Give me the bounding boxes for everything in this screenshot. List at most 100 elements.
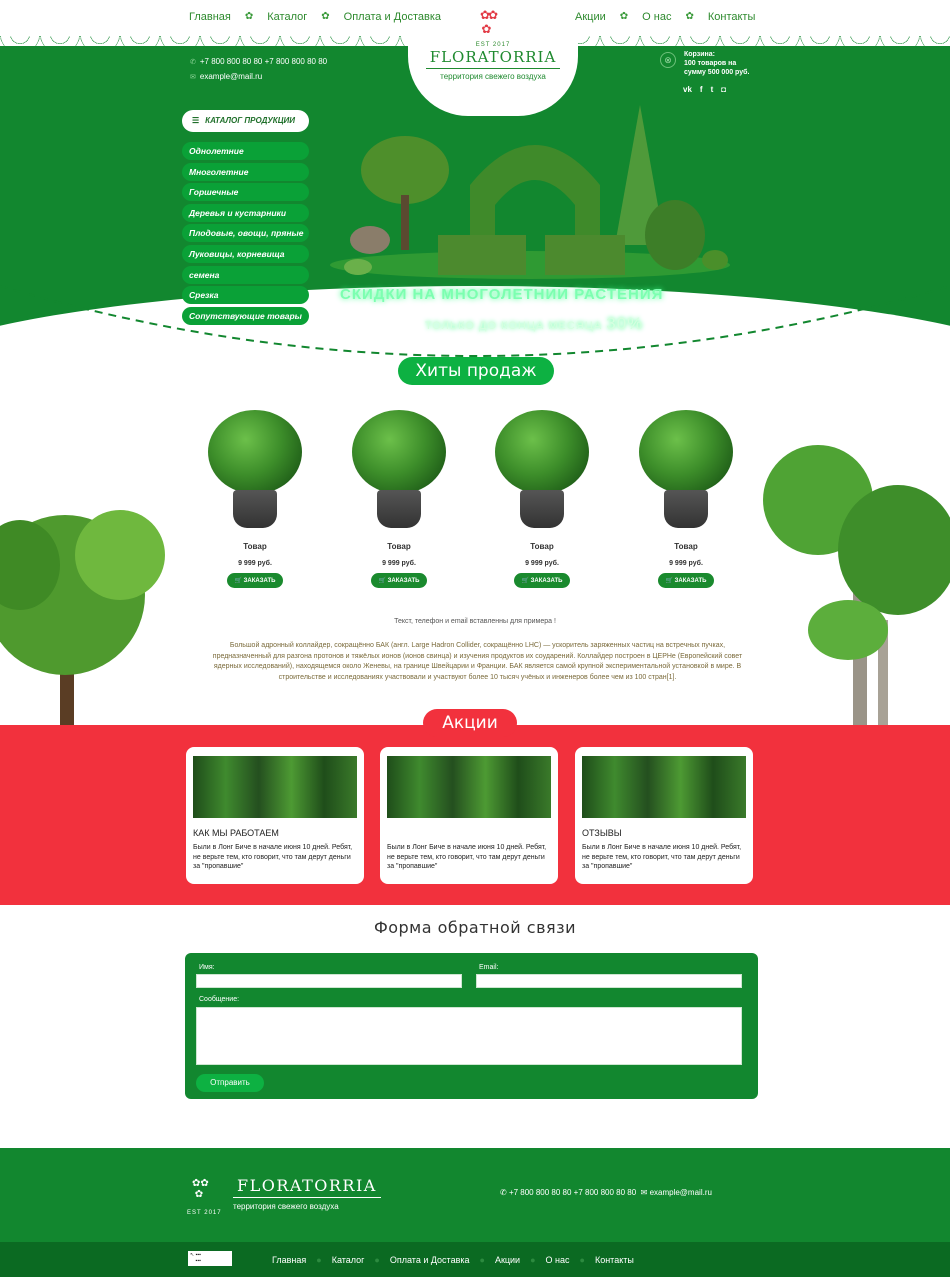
header-phones[interactable]: +7 800 800 80 80 +7 800 800 80 80	[200, 57, 327, 66]
product-card[interactable]: Товар 9 999 руб. 🛒 ЗАКАЗАТЬ	[631, 410, 741, 588]
promo-headline: СКИДКИ НА МНОГОЛЕТНИИ РАСТЕНИЯ	[340, 286, 664, 303]
product-name[interactable]: Товар	[344, 542, 454, 551]
flower-separator-icon: ✿	[685, 11, 694, 22]
product-price: 9 999 руб.	[669, 560, 703, 567]
product-pot-image	[233, 490, 277, 528]
catalog-menu-button[interactable]: ☰ КАТАЛОГ ПРОДУКЦИИ	[182, 110, 309, 132]
footer-link-delivery[interactable]: Оплата и Доставка	[390, 1255, 470, 1265]
vk-icon[interactable]: vk	[683, 85, 692, 94]
product-name[interactable]: Товар	[200, 542, 310, 551]
footer-contacts: ✆ +7 800 800 80 80 +7 800 800 80 80 ✉ ex…	[500, 1188, 712, 1197]
footer-logo[interactable]: FLORATORRIA территория свежего воздуха	[233, 1176, 381, 1211]
instagram-icon[interactable]: ◘	[721, 85, 726, 94]
feedback-form-title: Форма обратной связи	[373, 918, 577, 937]
logo-flowers-icon: ✿✿ ✿	[480, 8, 498, 36]
promo-subline: ТОЛЬКО ДО КОНЦА МЕСЯЦА 30%	[425, 314, 643, 334]
catalog-item[interactable]: Луковицы, корневища	[182, 244, 309, 263]
product-price: 9 999 руб.	[382, 560, 416, 567]
sale-card-text: Были в Лонг Биче в начале июня 10 дней. …	[582, 844, 742, 870]
order-label: ЗАКАЗАТЬ	[674, 578, 707, 584]
flower-separator-icon: ✿	[321, 11, 330, 22]
bottom-bar: ↖ ▪▪▪ ▪▪▪ Главная ● Каталог ● Оплата и Дос…	[0, 1242, 950, 1277]
footer-phones[interactable]: +7 800 800 80 80 +7 800 800 80 80	[509, 1188, 636, 1197]
visitor-counter[interactable]: ↖ ▪▪▪ ▪▪▪	[188, 1251, 232, 1266]
email-label: Email:	[479, 964, 499, 971]
footer-nav: Главная ● Каталог ● Оплата и Доставка ● Акц…	[272, 1255, 634, 1265]
logo-tagline: территория свежего воздуха	[440, 72, 546, 81]
dot-separator: ●	[479, 1255, 485, 1265]
product-card[interactable]: Товар 9 999 руб. 🛒 ЗАКАЗАТЬ	[344, 410, 454, 588]
order-label: ЗАКАЗАТЬ	[530, 578, 563, 584]
cart-icon: ⊗	[660, 52, 676, 68]
cart-label: Корзина:	[684, 51, 715, 58]
nav-link-about[interactable]: О нас	[642, 11, 671, 23]
dot-separator: ●	[579, 1255, 585, 1265]
product-name[interactable]: Товар	[631, 542, 741, 551]
catalog-item[interactable]: Однолетние	[182, 142, 309, 160]
sale-card[interactable]: Были в Лонг Биче в начале июня 10 дней. …	[380, 747, 558, 884]
order-button[interactable]: 🛒 ЗАКАЗАТЬ	[371, 573, 427, 588]
cart-widget[interactable]: ⊗ Корзина: 100 товаров на сумму 500 000 …	[660, 50, 749, 77]
message-textarea[interactable]	[196, 1007, 742, 1065]
facebook-icon[interactable]: f	[700, 85, 703, 94]
nav-link-sales[interactable]: Акции	[575, 11, 606, 23]
order-button[interactable]: 🛒 ЗАКАЗАТЬ	[514, 573, 570, 588]
nav-left: Главная ✿ Каталог ✿ Оплата и Доставка	[189, 11, 441, 23]
submit-button[interactable]: Отправить	[196, 1074, 264, 1092]
catalog-item[interactable]: Деревья и кустарники	[182, 203, 309, 222]
footer: ✿✿ ✿ EST 2017 FLORATORRIA территория све…	[0, 1148, 950, 1242]
catalog-item[interactable]: Плодовые, овощи, пряные	[182, 224, 309, 243]
catalog-item[interactable]: Сопутствующие товары	[182, 306, 309, 325]
cart-icon: 🛒	[234, 578, 242, 584]
dot-separator: ●	[374, 1255, 380, 1265]
product-card[interactable]: Товар 9 999 руб. 🛒 ЗАКАЗАТЬ	[200, 410, 310, 588]
nav-link-delivery[interactable]: Оплата и Доставка	[344, 11, 441, 23]
email-input[interactable]	[476, 974, 742, 988]
footer-link-home[interactable]: Главная	[272, 1255, 306, 1265]
footer-est: EST 2017	[187, 1210, 222, 1216]
cart-icon: 🛒	[665, 578, 673, 584]
footer-link-sales[interactable]: Акции	[495, 1255, 520, 1265]
sale-card-image	[387, 756, 551, 818]
promo-subline-text: ТОЛЬКО ДО КОНЦА МЕСЯЦА	[425, 320, 603, 332]
product-card[interactable]: Товар 9 999 руб. 🛒 ЗАКАЗАТЬ	[487, 410, 597, 588]
cart-line1: 100 товаров на	[684, 60, 737, 67]
message-label: Сообщение:	[199, 996, 240, 1003]
promo-percent: 30%	[606, 314, 644, 333]
footer-link-about[interactable]: О нас	[546, 1255, 570, 1265]
catalog-item[interactable]: Многолетние	[182, 162, 309, 181]
footer-tagline: территория свежего воздуха	[233, 1202, 339, 1211]
nav-link-home[interactable]: Главная	[189, 11, 231, 23]
cart-line2: сумму 500 000 руб.	[684, 69, 750, 76]
footer-email[interactable]: example@mail.ru	[650, 1188, 712, 1197]
footer-link-catalog[interactable]: Каталог	[332, 1255, 365, 1265]
twitter-icon[interactable]: t	[711, 85, 714, 94]
feedback-form: Имя: Email: Сообщение: Отправить	[185, 953, 758, 1099]
phone-icon: ✆	[500, 1188, 507, 1197]
catalog-item[interactable]: семена	[182, 265, 309, 284]
mail-icon: ✉	[190, 74, 196, 81]
section-title-sales: Акции	[423, 709, 517, 737]
cart-icon: 🛒	[378, 578, 386, 584]
name-input[interactable]	[196, 974, 462, 988]
nav-link-contacts[interactable]: Контакты	[708, 11, 756, 23]
dot-separator: ●	[530, 1255, 536, 1265]
sale-card-image	[582, 756, 746, 818]
sale-card[interactable]: КАК МЫ РАБОТАЕМ Были в Лонг Биче в начал…	[186, 747, 364, 884]
nav-link-catalog[interactable]: Каталог	[267, 11, 307, 23]
footer-link-contacts[interactable]: Контакты	[595, 1255, 634, 1265]
order-button[interactable]: 🛒 ЗАКАЗАТЬ	[658, 573, 714, 588]
order-button[interactable]: 🛒 ЗАКАЗАТЬ	[227, 573, 283, 588]
catalog-item[interactable]: Горшечные	[182, 183, 309, 202]
cart-icon: 🛒	[521, 578, 529, 584]
flower-separator-icon: ✿	[244, 11, 254, 22]
catalog-item[interactable]: Срезка	[182, 286, 309, 305]
product-plant-image	[352, 410, 446, 494]
sale-card-image	[193, 756, 357, 818]
order-label: ЗАКАЗАТЬ	[387, 578, 420, 584]
sale-card-title: КАК МЫ РАБОТАЕМ	[193, 828, 279, 838]
header-email[interactable]: example@mail.ru	[200, 72, 262, 81]
product-name[interactable]: Товар	[487, 542, 597, 551]
sale-card[interactable]: ОТЗЫВЫ Были в Лонг Биче в начале июня 10…	[575, 747, 753, 884]
name-label: Имя:	[199, 964, 215, 971]
